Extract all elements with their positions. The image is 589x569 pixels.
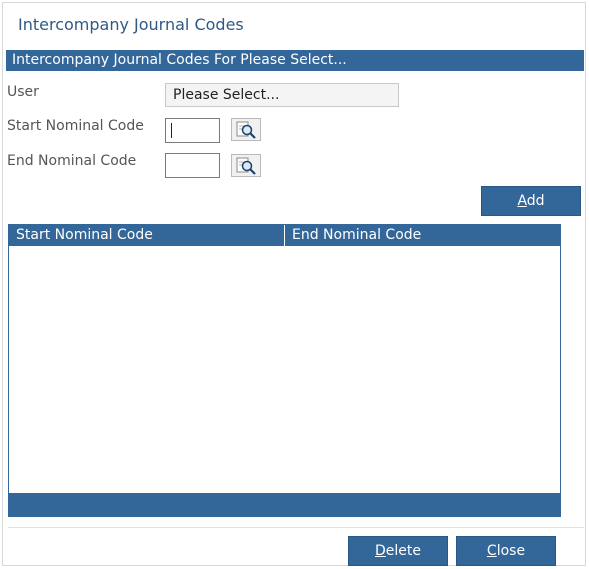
end-nominal-lookup-button[interactable]: [231, 154, 261, 177]
close-button-accel: C: [486, 543, 497, 559]
lookup-magnifier-icon: [236, 121, 256, 139]
close-button[interactable]: Close: [456, 536, 556, 566]
grid-footer: [9, 493, 560, 516]
start-nominal-lookup-button[interactable]: [231, 118, 261, 141]
close-button-label: lose: [496, 543, 526, 559]
add-button-accel: A: [517, 193, 527, 209]
user-select[interactable]: Please Select...: [165, 83, 399, 107]
footer-divider: [8, 527, 584, 528]
delete-button-label: elete: [385, 543, 421, 559]
end-nominal-code-label: End Nominal Code: [7, 153, 137, 169]
column-header-end-nominal-code[interactable]: End Nominal Code: [286, 225, 560, 246]
start-nominal-code-input[interactable]: [165, 118, 220, 143]
nominal-codes-grid: Start Nominal Code End Nominal Code: [8, 224, 561, 517]
grid-header-row: Start Nominal Code End Nominal Code: [9, 225, 560, 246]
grid-body[interactable]: [9, 246, 560, 493]
user-label: User: [7, 84, 39, 100]
add-button[interactable]: Add: [481, 186, 581, 216]
lookup-magnifier-icon: [236, 157, 256, 175]
delete-button-accel: D: [375, 543, 386, 559]
end-nominal-code-input[interactable]: [165, 153, 220, 178]
add-button-label: dd: [526, 193, 545, 209]
column-header-start-nominal-code[interactable]: Start Nominal Code: [9, 225, 285, 246]
delete-button[interactable]: Delete: [348, 536, 448, 566]
start-nominal-code-label: Start Nominal Code: [7, 118, 144, 134]
section-header: Intercompany Journal Codes For Please Se…: [6, 50, 584, 71]
text-caret: [171, 123, 172, 138]
dialog-title: Intercompany Journal Codes: [18, 15, 244, 34]
